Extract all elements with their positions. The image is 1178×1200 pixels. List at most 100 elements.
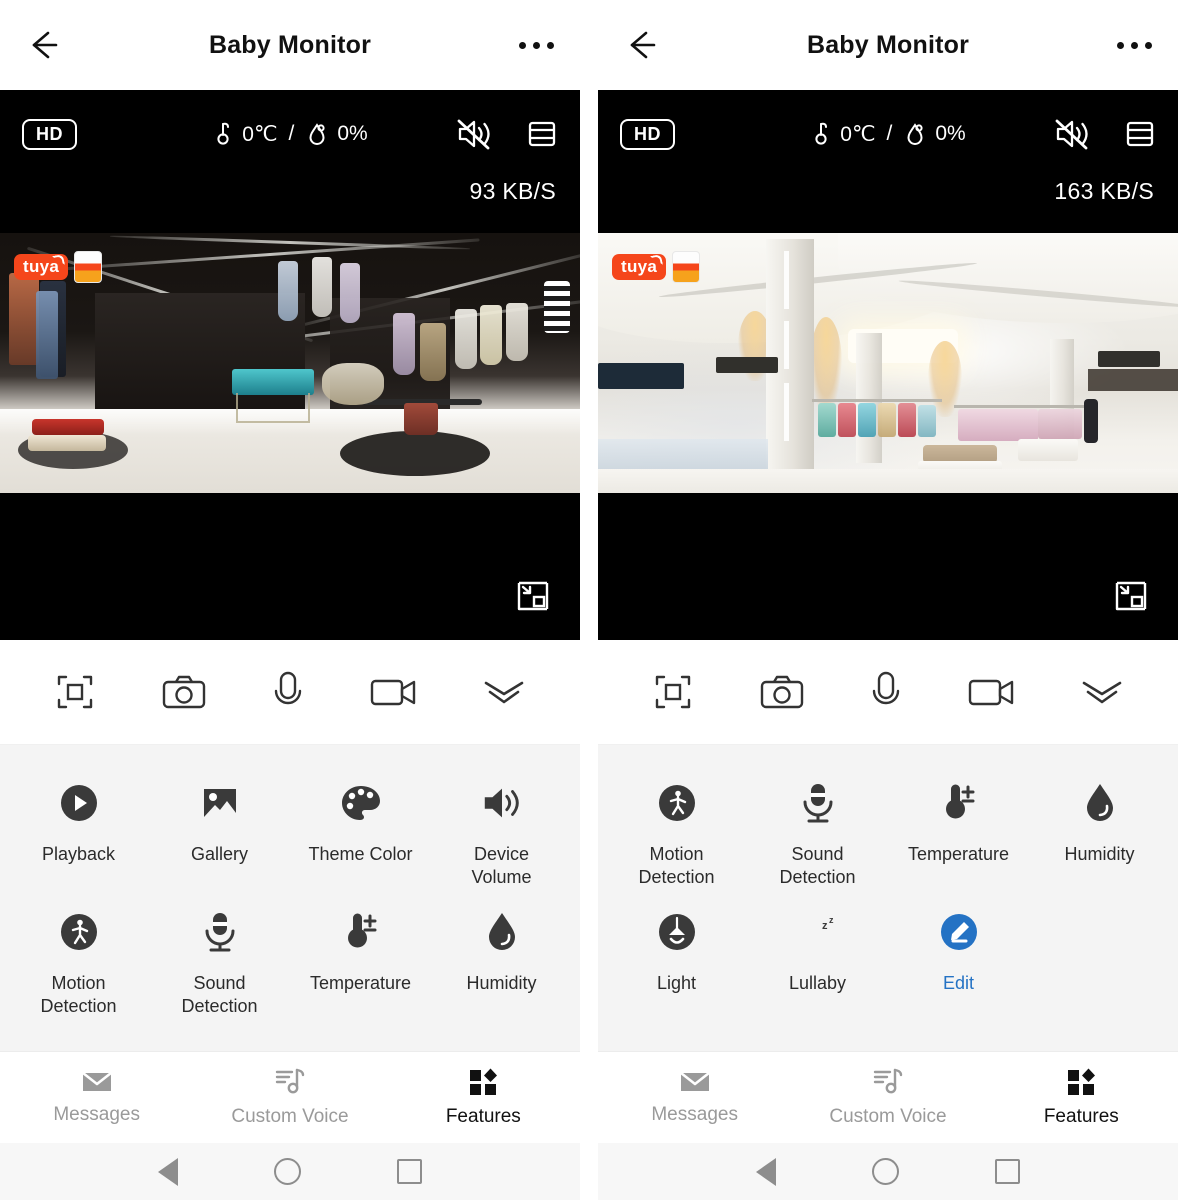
- double-chevron-down-icon[interactable]: [481, 675, 527, 709]
- circle-home-icon[interactable]: [274, 1158, 301, 1185]
- fullscreen-icon[interactable]: [53, 670, 97, 714]
- music-note-list-icon: [873, 1068, 903, 1094]
- water-drop-icon: [480, 910, 524, 954]
- tuya-watermark: tuya: [14, 251, 103, 283]
- feature-label: Gallery: [190, 844, 248, 864]
- speaker-muted-icon[interactable]: [456, 118, 492, 150]
- split-screen-icon[interactable]: [1124, 118, 1156, 150]
- features-row: Motion Detection Sound Detection Tempera…: [606, 767, 1170, 896]
- video-camera-icon[interactable]: [368, 672, 418, 712]
- feature-temperature[interactable]: Temperature: [888, 767, 1029, 896]
- more-options-icon[interactable]: [519, 41, 554, 49]
- temperature-value: 0℃: [242, 122, 278, 146]
- microphone-icon[interactable]: [271, 669, 305, 715]
- feature-edit[interactable]: Edit: [888, 896, 1029, 1003]
- video-player[interactable]: tuya HD 0℃ /: [0, 90, 580, 640]
- feature-label: Sound Detection: [181, 973, 258, 1016]
- more-options-icon[interactable]: [1117, 41, 1152, 49]
- feature-label: Light: [656, 973, 697, 993]
- lamp-circle-icon: [655, 910, 699, 954]
- feature-label: Temperature: [309, 973, 412, 993]
- bottom-tab-bar: Messages Custom Voice Features: [598, 1051, 1178, 1143]
- video-camera-icon[interactable]: [966, 672, 1016, 712]
- feature-label: Temperature: [907, 844, 1010, 864]
- phone-panel-right: Baby Monitor tuya HD 0℃ / 0% 163 KB/S Mo…: [598, 0, 1178, 1200]
- feature-label: Playback: [41, 844, 116, 864]
- feature-label: Humidity: [466, 973, 537, 993]
- feature-sound-detection[interactable]: Sound Detection: [149, 896, 290, 1025]
- speaker-muted-icon[interactable]: [1054, 118, 1090, 150]
- feature-label: Lullaby: [788, 973, 847, 993]
- humidity-value: 0%: [935, 122, 966, 145]
- features-row: Motion Detection Sound Detection Tempera…: [8, 896, 572, 1025]
- camera-icon[interactable]: [160, 670, 208, 714]
- tab-label: Messages: [651, 1104, 738, 1125]
- video-top-actions: [456, 118, 558, 150]
- bottom-tab-bar: Messages Custom Voice Features: [0, 1051, 580, 1143]
- feature-humidity[interactable]: Humidity: [431, 896, 572, 1025]
- tab-messages[interactable]: Messages: [598, 1069, 791, 1126]
- tab-label: Custom Voice: [829, 1106, 947, 1127]
- feature-playback[interactable]: Playback: [8, 767, 149, 896]
- video-overlay-topbar: HD 0℃ / 0%: [598, 90, 1178, 178]
- tab-features[interactable]: Features: [985, 1067, 1178, 1128]
- feature-theme-color[interactable]: Theme Color: [290, 767, 431, 896]
- feature-motion-detection[interactable]: Motion Detection: [606, 767, 747, 896]
- tab-custom-voice[interactable]: Custom Voice: [193, 1067, 386, 1128]
- triangle-back-icon[interactable]: [158, 1157, 178, 1186]
- envelope-icon: [679, 1071, 710, 1091]
- microphone-detect-icon: [198, 910, 242, 954]
- camera-icon[interactable]: [758, 670, 806, 714]
- readout-separator: /: [288, 122, 295, 145]
- video-player[interactable]: tuya HD 0℃ /: [598, 90, 1178, 640]
- feature-sound-detection[interactable]: Sound Detection: [747, 767, 888, 896]
- feature-label: Motion Detection: [40, 973, 117, 1016]
- temperature-value: 0℃: [840, 122, 876, 146]
- feature-temperature[interactable]: Temperature: [290, 896, 431, 1025]
- grid-features-icon: [1068, 1068, 1096, 1095]
- humidity-value: 0%: [337, 122, 368, 145]
- hd-quality-badge[interactable]: HD: [22, 118, 77, 150]
- microphone-icon[interactable]: [869, 669, 903, 715]
- humidity-small-icon: [309, 123, 325, 145]
- circle-home-icon[interactable]: [872, 1158, 899, 1185]
- walking-person-circle-icon: [57, 910, 101, 954]
- double-chevron-down-icon[interactable]: [1079, 675, 1125, 709]
- android-nav-bar: [598, 1143, 1178, 1200]
- split-screen-icon[interactable]: [526, 118, 558, 150]
- hd-quality-badge[interactable]: HD: [620, 118, 675, 150]
- triangle-back-icon[interactable]: [756, 1157, 776, 1186]
- feature-humidity[interactable]: Humidity: [1029, 767, 1170, 896]
- water-drop-icon: [1078, 781, 1122, 825]
- feature-motion-detection[interactable]: Motion Detection: [8, 896, 149, 1025]
- tab-messages[interactable]: Messages: [0, 1069, 193, 1126]
- page-title: Baby Monitor: [208, 30, 372, 59]
- bitrate-label: 163 KB/S: [1054, 178, 1154, 204]
- tuya-logo: tuya: [612, 254, 667, 280]
- moon-sleep-icon: z z: [796, 910, 840, 954]
- square-recents-icon[interactable]: [397, 1159, 422, 1184]
- panel-divider: [580, 0, 598, 1200]
- tuya-badge-icon: [74, 251, 103, 283]
- features-grid: Playback Gallery Theme Color Device Volu…: [0, 745, 580, 1051]
- back-arrow-icon[interactable]: [624, 27, 660, 63]
- tuya-logo: tuya: [14, 254, 69, 280]
- photo-icon: [198, 781, 242, 825]
- back-arrow-icon[interactable]: [26, 27, 62, 63]
- feature-light[interactable]: Light: [606, 896, 747, 1003]
- feature-device-volume[interactable]: Device Volume: [431, 767, 572, 896]
- palette-icon: [339, 781, 383, 825]
- fullscreen-icon[interactable]: [651, 670, 695, 714]
- features-grid: Motion Detection Sound Detection Tempera…: [598, 745, 1178, 1051]
- tab-custom-voice[interactable]: Custom Voice: [791, 1067, 984, 1128]
- tab-label: Features: [445, 1106, 521, 1127]
- picture-in-picture-icon[interactable]: [1114, 580, 1148, 612]
- tab-features[interactable]: Features: [387, 1067, 580, 1128]
- feature-label: Theme Color: [308, 844, 413, 864]
- picture-in-picture-icon[interactable]: [516, 580, 550, 612]
- video-frame: tuya: [598, 233, 1178, 493]
- feature-lullaby[interactable]: z z Lullaby: [747, 896, 888, 1003]
- square-recents-icon[interactable]: [995, 1159, 1020, 1184]
- feature-label: Device Volume: [471, 844, 532, 887]
- feature-gallery[interactable]: Gallery: [149, 767, 290, 896]
